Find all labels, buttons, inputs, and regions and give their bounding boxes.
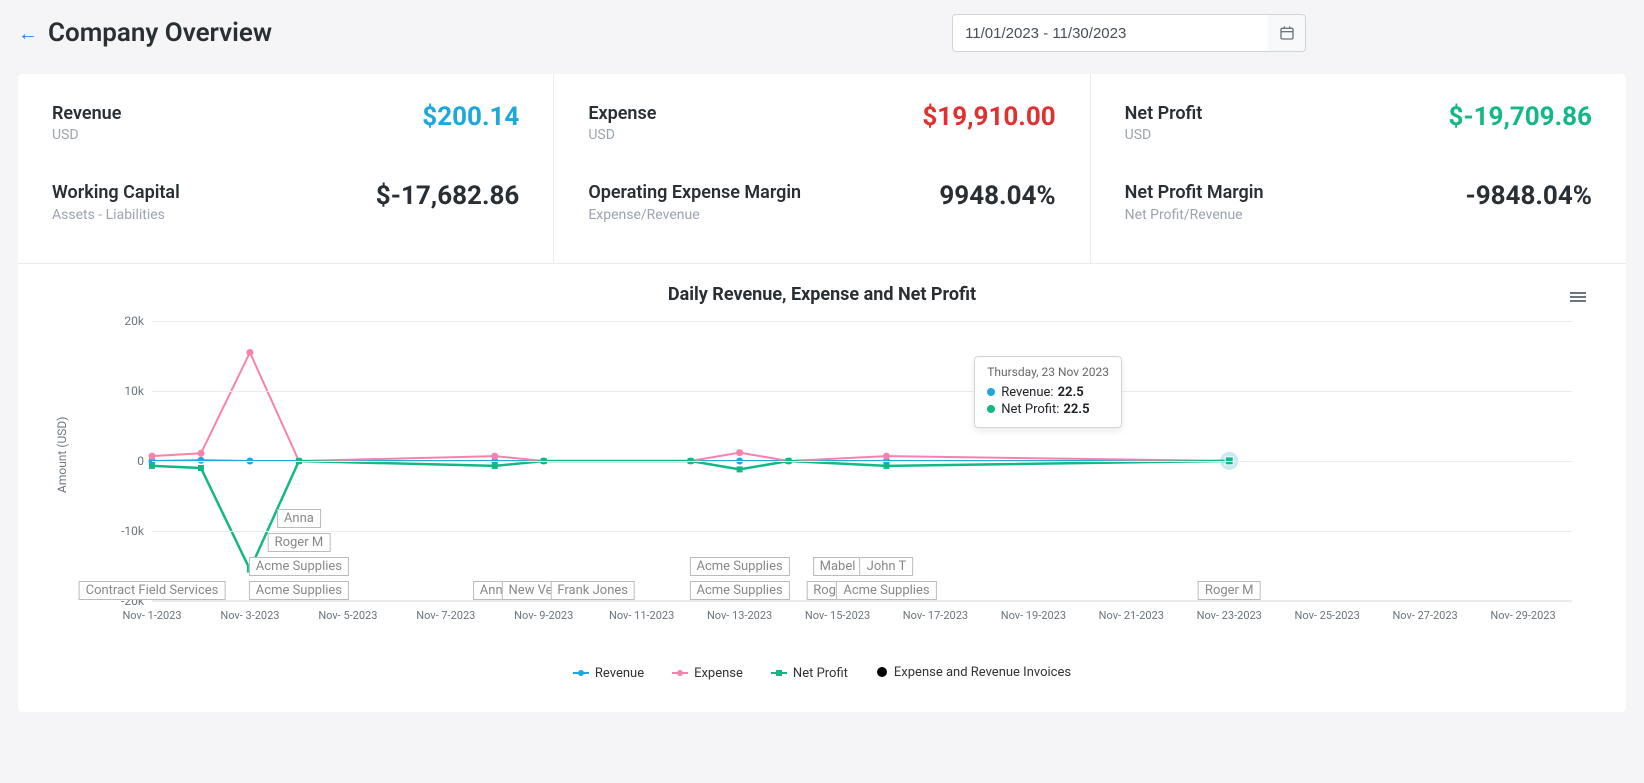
metric-working-capital: Working Capital Assets - Liabilities $-1… [52,181,519,222]
data-point[interactable] [198,465,204,471]
annotation[interactable]: Anna [277,509,321,528]
data-point[interactable] [491,452,498,459]
metric-sub: USD [52,127,121,143]
chart-area[interactable]: Amount (USD) -20k-10k010k20k Contract Fi… [92,321,1592,651]
x-tick: Nov- 3-2023 [220,609,279,622]
metric-net-profit: Net Profit USD $-19,709.86 [1125,102,1592,143]
annotation[interactable]: Acme Supplies [249,581,349,600]
metrics-col-3: Net Profit USD $-19,709.86 Net Profit Ma… [1091,74,1626,263]
metric-value: 9948.04% [939,181,1055,211]
metric-label: Net Profit Margin [1125,181,1264,204]
annotation[interactable]: Acme Supplies [836,581,936,600]
y-tick: 10k [124,384,144,398]
annotation[interactable]: Acme Supplies [689,581,789,600]
x-tick: Nov- 9-2023 [514,609,573,622]
legend-item[interactable]: Net Profit [771,666,848,681]
data-point[interactable] [149,452,156,459]
metric-expense: Expense USD $19,910.00 [588,102,1055,143]
metric-net-profit-margin: Net Profit Margin Net Profit/Revenue -98… [1125,181,1592,222]
metric-sub: USD [1125,127,1203,143]
x-tick: Nov- 17-2023 [903,609,968,622]
metric-value: $-19,709.86 [1448,102,1592,132]
x-tick: Nov- 15-2023 [805,609,870,622]
y-axis-label: Amount (USD) [55,416,69,492]
data-point[interactable] [737,466,743,472]
tooltip-row: Revenue:22.5 [987,385,1109,400]
y-ticks: -20k-10k010k20k [92,321,152,601]
tooltip-date: Thursday, 23 Nov 2023 [987,365,1109,379]
data-point[interactable] [197,450,204,457]
date-range-picker [952,14,1306,52]
calendar-icon [1279,25,1295,41]
chart-title: Daily Revenue, Expense and Net Profit [52,284,1592,305]
data-point[interactable] [736,449,743,456]
metric-op-expense-margin: Operating Expense Margin Expense/Revenue… [588,181,1055,222]
header-bar: ← Company Overview [0,0,1644,66]
metric-sub: Expense/Revenue [588,207,801,223]
annotation[interactable]: Contract Field Services [79,581,226,600]
metric-label: Net Profit [1125,102,1203,125]
annotation[interactable]: John T [860,557,914,576]
date-range-input[interactable] [952,14,1272,52]
x-ticks: Nov- 1-2023Nov- 3-2023Nov- 5-2023Nov- 7-… [152,609,1572,625]
annotation[interactable]: Roger M [268,533,331,552]
x-tick: Nov- 25-2023 [1295,609,1360,622]
metric-value: -9848.04% [1465,181,1592,211]
back-arrow-icon[interactable]: ← [18,21,38,46]
x-tick: Nov- 21-2023 [1099,609,1164,622]
x-tick: Nov- 27-2023 [1392,609,1457,622]
overview-card: Revenue USD $200.14 Working Capital Asse… [18,74,1626,712]
x-tick: Nov- 19-2023 [1001,609,1066,622]
x-tick: Nov- 5-2023 [318,609,377,622]
legend: Revenue Expense Net Profit Expense and Reve… [52,651,1592,683]
metric-label: Working Capital [52,181,180,204]
data-point[interactable] [492,463,498,469]
tooltip: Thursday, 23 Nov 2023 Revenue:22.5 Net Pro… [974,356,1122,428]
calendar-button[interactable] [1268,14,1306,52]
metric-revenue: Revenue USD $200.14 [52,102,519,143]
metric-sub: Net Profit/Revenue [1125,207,1264,223]
y-tick: 0 [137,454,144,468]
x-tick: Nov- 29-2023 [1490,609,1555,622]
metric-label: Revenue [52,102,121,125]
legend-item[interactable]: Expense and Revenue Invoices [876,665,1071,680]
annotation[interactable]: Mabel [813,557,863,576]
metric-sub: USD [588,127,656,143]
metric-value: $19,910.00 [922,102,1055,132]
annotation[interactable]: Acme Supplies [689,557,789,576]
chart-menu-button[interactable] [1564,284,1592,310]
plot-region[interactable]: Contract Field ServicesAcme SuppliesRoge… [152,321,1572,601]
page-title: Company Overview [48,18,272,48]
legend-item[interactable]: Revenue [573,666,644,681]
data-point[interactable] [149,463,155,469]
metric-label: Expense [588,102,656,125]
x-tick: Nov- 11-2023 [609,609,674,622]
data-point[interactable] [883,452,890,459]
tooltip-row: Net Profit:22.5 [987,402,1109,417]
chart-section: Daily Revenue, Expense and Net Profit Am… [18,263,1626,713]
metric-label: Operating Expense Margin [588,181,801,204]
x-tick: Nov- 23-2023 [1197,609,1262,622]
data-point[interactable] [883,463,889,469]
x-tick: Nov- 13-2023 [707,609,772,622]
metrics-col-1: Revenue USD $200.14 Working Capital Asse… [18,74,554,263]
data-point[interactable] [246,349,253,356]
y-tick: 20k [124,314,144,328]
y-tick: -10k [121,524,144,538]
annotation[interactable]: Roger M [1198,581,1261,600]
metric-sub: Assets - Liabilities [52,207,180,223]
metrics-row: Revenue USD $200.14 Working Capital Asse… [18,74,1626,263]
metric-value: $200.14 [422,102,519,132]
metrics-col-2: Expense USD $19,910.00 Operating Expense… [554,74,1090,263]
legend-item[interactable]: Expense [672,666,743,681]
annotation[interactable]: Frank Jones [550,581,635,600]
x-tick: Nov- 7-2023 [416,609,475,622]
metric-value: $-17,682.86 [376,181,520,211]
x-tick: Nov- 1-2023 [122,609,181,622]
annotation[interactable]: Acme Supplies [249,557,349,576]
